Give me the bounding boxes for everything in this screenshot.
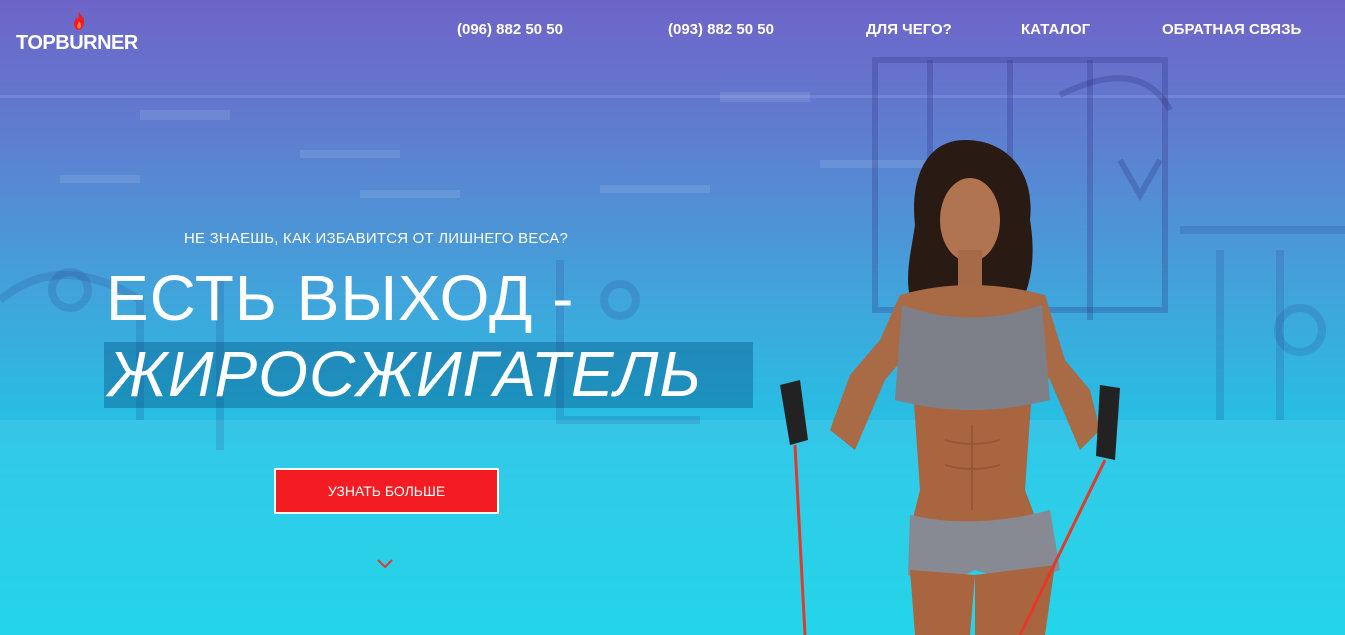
hero-headline: ЕСТЬ ВЫХОД - bbox=[106, 262, 575, 334]
hero-subtitle: НЕ ЗНАЕШЬ, КАК ИЗБАВИТСЯ ОТ ЛИШНЕГО ВЕСА… bbox=[184, 230, 569, 247]
hero-section: TOPBURNER (096) 882 50 50 (093) 882 50 5… bbox=[0, 0, 1345, 635]
nav-phone-2[interactable]: (093) 882 50 50 bbox=[668, 21, 774, 38]
nav-why[interactable]: ДЛЯ ЧЕГО? bbox=[866, 21, 952, 38]
top-nav: (096) 882 50 50 (093) 882 50 50 ДЛЯ ЧЕГО… bbox=[0, 21, 1345, 41]
chevron-down-icon[interactable] bbox=[376, 558, 394, 570]
nav-feedback[interactable]: ОБРАТНАЯ СВЯЗЬ bbox=[1162, 21, 1301, 38]
nav-catalog[interactable]: КАТАЛОГ bbox=[1021, 21, 1090, 38]
athlete-image bbox=[780, 140, 1120, 635]
learn-more-button[interactable]: УЗНАТЬ БОЛЬШЕ bbox=[274, 468, 499, 514]
nav-phone-1[interactable]: (096) 882 50 50 bbox=[457, 21, 563, 38]
hero-highlight: ЖИРОСЖИГАТЕЛЬ bbox=[108, 338, 703, 410]
